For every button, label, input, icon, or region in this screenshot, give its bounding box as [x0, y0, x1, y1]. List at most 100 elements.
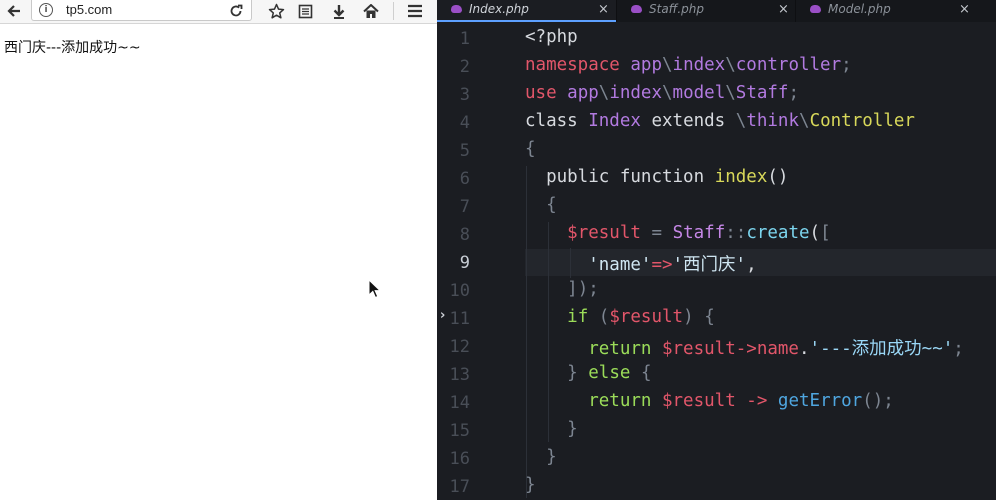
namespace-part: app	[630, 55, 662, 75]
reload-button[interactable]	[222, 0, 250, 22]
paren: (	[809, 223, 821, 243]
keyword: namespace	[525, 55, 620, 75]
close-tab-button[interactable]: ×	[959, 2, 970, 17]
reader-view-button[interactable]	[291, 0, 319, 22]
tab-index-php[interactable]: Index.php ×	[437, 0, 616, 22]
namespace-separator: \	[799, 111, 810, 131]
code-line: public function index()	[525, 167, 788, 195]
back-button[interactable]	[0, 0, 28, 22]
line-number: 5	[459, 141, 470, 161]
variable: $result	[609, 307, 684, 327]
bracket: ]);	[567, 279, 599, 299]
namespace-part: controller	[735, 55, 842, 75]
string: '西门庆'	[672, 255, 747, 275]
home-button[interactable]	[357, 0, 385, 22]
method-name: create	[746, 223, 810, 243]
code-editor: Index.php × Staff.php × Model.php × › 1 …	[437, 0, 996, 500]
address-bar[interactable]: i tp5.com	[31, 0, 252, 21]
line-number: 2	[459, 57, 470, 77]
operator: =	[651, 223, 663, 243]
namespace-separator: \	[661, 55, 673, 75]
namespace-separator: \	[725, 83, 736, 103]
php-elephant-icon	[631, 5, 642, 13]
parens: ()	[767, 167, 789, 187]
operator: ->	[735, 339, 757, 359]
editor-tab-bar: Index.php × Staff.php × Model.php ×	[437, 0, 996, 22]
operator: =>	[651, 255, 673, 275]
php-elephant-icon	[451, 5, 462, 13]
tab-model-php[interactable]: Model.php ×	[796, 0, 976, 22]
brace: }	[525, 475, 536, 495]
keyword: else	[588, 363, 631, 383]
arrow-left-icon	[7, 5, 20, 17]
keyword: extends	[651, 111, 726, 131]
tab-staff-php[interactable]: Staff.php ×	[617, 0, 795, 22]
download-icon	[333, 4, 345, 19]
namespace-part: think	[746, 111, 800, 131]
code-line: $result = Staff::create([	[525, 223, 830, 251]
mouse-cursor-icon	[368, 279, 382, 299]
namespace-part: app	[567, 83, 599, 103]
download-button[interactable]	[325, 0, 353, 22]
line-number: 14	[449, 393, 470, 413]
menu-button[interactable]	[400, 0, 430, 22]
active-tab-indicator	[437, 20, 616, 22]
code-line-current: 'name'=>'西门庆',	[525, 251, 757, 279]
keyword: use	[525, 83, 557, 103]
line-number: 4	[459, 113, 470, 133]
function-name: index	[714, 167, 768, 187]
method-name: getError	[777, 391, 863, 411]
code-line: use app\index\model\Staff;	[525, 83, 799, 111]
semicolon: ;	[953, 339, 964, 359]
php-open-tag: <?php	[525, 27, 578, 47]
namespace-part: index	[609, 83, 662, 103]
namespace-separator: \	[598, 83, 610, 103]
code-line: if ($result) {	[525, 307, 715, 335]
line-number: 10	[449, 281, 470, 301]
line-number: 17	[449, 477, 470, 497]
browser-toolbar: i tp5.com	[0, 0, 437, 24]
namespace-separator: \	[662, 83, 673, 103]
line-number: 16	[449, 449, 470, 469]
hamburger-menu-icon	[408, 4, 422, 18]
semicolon: ;	[841, 55, 852, 75]
star-icon	[268, 3, 284, 19]
paren: (	[598, 307, 610, 327]
parens: ()	[862, 391, 884, 411]
code-line: return $result->name.'---添加成功~~';	[525, 335, 964, 363]
line-number: 7	[459, 197, 470, 217]
code-line: class Index extends \think\Controller	[525, 111, 915, 139]
semicolon: ;	[788, 83, 800, 103]
home-icon	[363, 3, 379, 18]
class-name: Index	[588, 111, 641, 131]
bookmark-button[interactable]	[262, 0, 290, 22]
close-tab-button[interactable]: ×	[778, 2, 789, 17]
info-icon[interactable]: i	[39, 3, 53, 17]
paren: )	[683, 307, 694, 327]
variable: $result	[661, 391, 736, 411]
browser-window: i tp5.com 西门庆---添加成功~~	[0, 0, 437, 500]
variable: $result	[661, 339, 736, 359]
brace: {	[704, 307, 715, 327]
php-elephant-icon	[810, 5, 821, 13]
line-number-current: 9	[459, 253, 470, 273]
brace: }	[546, 447, 557, 467]
keyword: return	[588, 339, 652, 359]
close-tab-button[interactable]: ×	[598, 2, 609, 17]
keyword: function	[619, 167, 705, 187]
line-number: 13	[449, 365, 470, 385]
code-line: {	[525, 139, 536, 167]
line-number: 3	[459, 85, 470, 105]
parent-class: Controller	[809, 111, 915, 131]
url-text[interactable]: tp5.com	[66, 2, 112, 17]
namespace-separator: \	[735, 111, 747, 131]
reload-icon	[230, 4, 243, 17]
keyword: public	[546, 167, 610, 187]
brace: {	[640, 363, 652, 383]
comma: ,	[746, 255, 757, 275]
class-name: Staff	[672, 223, 726, 243]
brace: }	[567, 363, 578, 383]
tab-label: Model.php	[828, 2, 891, 16]
code-line: } else {	[525, 363, 652, 391]
code-line: return $result -> getError();	[525, 391, 894, 419]
